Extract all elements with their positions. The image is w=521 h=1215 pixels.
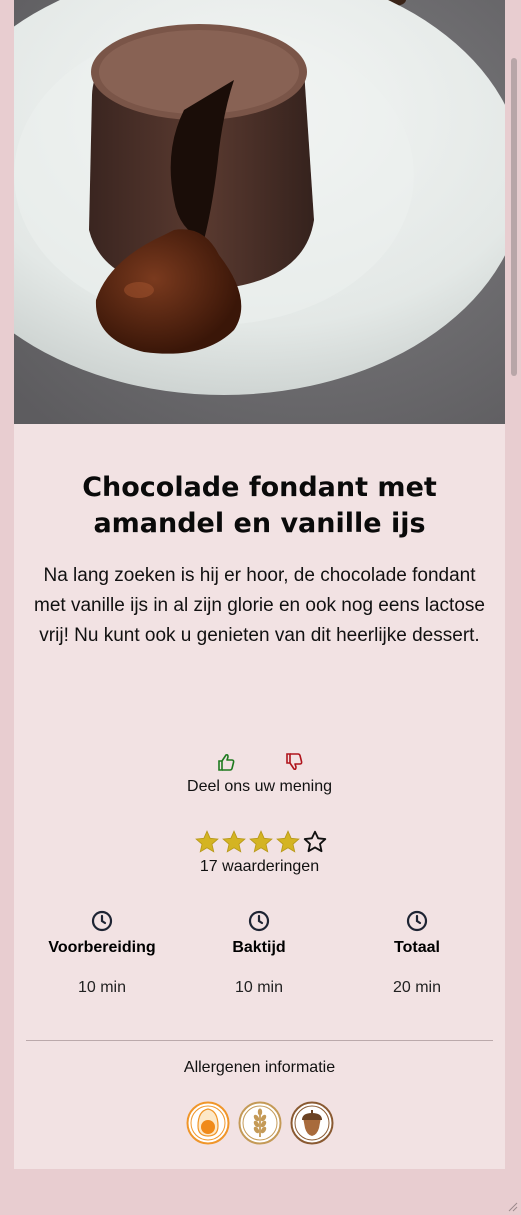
rating-count: 17 waarderingen (199, 858, 320, 875)
recipe-description: Na lang zoeken is hij er hoor, de chocol… (34, 565, 485, 646)
time-total: Totaal 20 min (337, 910, 497, 998)
time-value: 10 min (234, 979, 284, 996)
scrollbar-thumb[interactable] (511, 58, 517, 376)
time-label: Totaal (394, 939, 440, 956)
star-icon-3[interactable] (248, 829, 274, 855)
clock-icon (91, 910, 113, 932)
recipe-title: Chocolade fondant met amandel en vanille… (82, 472, 437, 539)
time-baking: Baktijd 10 min (179, 910, 339, 998)
time-value: 20 min (392, 979, 442, 996)
egg-icon (186, 1101, 230, 1145)
acorn-icon (290, 1101, 334, 1145)
clock-icon (406, 910, 428, 932)
divider (26, 1040, 493, 1041)
clock-icon (248, 910, 270, 932)
time-preparation: Voorbereiding 10 min (22, 910, 182, 998)
star-icon-1[interactable] (194, 829, 220, 855)
allergen-list (186, 1101, 334, 1145)
recipe-photo (14, 0, 505, 424)
time-value: 10 min (77, 979, 127, 996)
wheat-icon (238, 1101, 282, 1145)
recipe-card: Chocolade fondant met amandel en vanille… (14, 0, 505, 1169)
resize-grip-icon[interactable] (506, 1200, 518, 1212)
thumbs-up-icon[interactable] (216, 752, 236, 772)
star-rating[interactable] (194, 829, 328, 855)
allergen-title: Allergenen informatie (183, 1059, 336, 1076)
time-label: Baktijd (232, 939, 286, 956)
star-icon-2[interactable] (221, 829, 247, 855)
star-outline-icon-5[interactable] (302, 829, 328, 855)
thumbs-down-icon[interactable] (284, 752, 304, 772)
star-icon-4[interactable] (275, 829, 301, 855)
time-label: Voorbereiding (48, 939, 156, 956)
feedback-prompt: Deel ons uw mening (187, 778, 332, 795)
